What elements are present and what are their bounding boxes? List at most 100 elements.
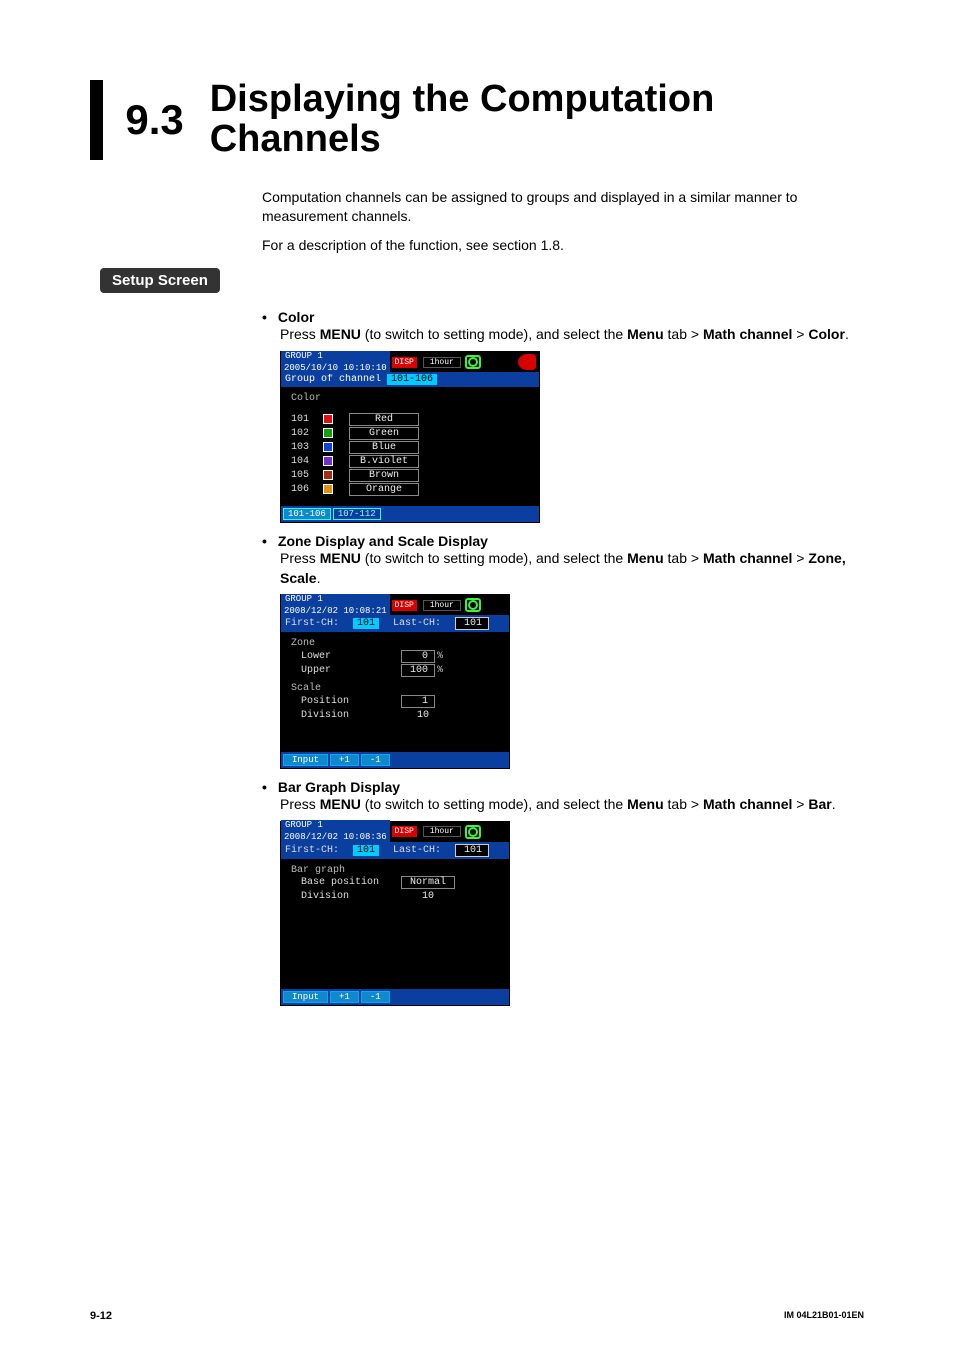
upper-value[interactable]: 100 xyxy=(401,664,435,677)
title-number: 9.3 xyxy=(125,99,183,141)
shot-group-label: GROUP 1 xyxy=(281,351,390,362)
color-heading: Color xyxy=(291,393,533,404)
lower-value[interactable]: 0 xyxy=(401,650,435,663)
color-row: 105Brown xyxy=(291,468,533,482)
division-value[interactable]: 10 xyxy=(401,891,455,902)
minus1-button[interactable]: -1 xyxy=(361,991,390,1003)
first-ch-value[interactable]: 101 xyxy=(353,845,379,856)
input-button[interactable]: Input xyxy=(283,754,328,766)
plus1-button[interactable]: +1 xyxy=(330,991,359,1003)
scale-heading: Scale xyxy=(291,683,503,694)
page-footer: 9-12 IM 04L21B01-01EN xyxy=(90,1310,864,1322)
swatch-icon xyxy=(323,414,333,424)
page-number: 9-12 xyxy=(90,1310,112,1322)
color-row: 103Blue xyxy=(291,440,533,454)
camera-icon xyxy=(465,598,481,612)
percent-unit: % xyxy=(437,665,443,676)
lower-label: Lower xyxy=(291,651,401,662)
shot-subbar: First-CH: 101 Last-CH: 101 xyxy=(281,842,509,859)
color-row: 101Red xyxy=(291,412,533,426)
last-ch-value[interactable]: 101 xyxy=(455,617,489,630)
upper-label: Upper xyxy=(291,665,401,676)
group-of-channel-label: Group of channel xyxy=(285,374,381,385)
setup-screen-pill: Setup Screen xyxy=(100,268,220,293)
minus1-button[interactable]: -1 xyxy=(361,754,390,766)
bargraph-heading: Bar graph xyxy=(291,865,503,876)
item-zone-text: Press MENU (to switch to setting mode), … xyxy=(280,549,864,588)
shot-group-label: GROUP 1 xyxy=(281,594,390,605)
hour-badge: 1hour xyxy=(423,826,461,837)
screenshot-color: GROUP 1 2005/10/10 10:10:10 DISP 1hour G… xyxy=(280,351,540,523)
item-color: • Color Press MENU (to switch to setting… xyxy=(262,309,864,523)
base-position-value[interactable]: Normal xyxy=(401,876,455,889)
screenshot-zone-scale: GROUP 1 2008/12/02 10:08:21 DISP 1hour F… xyxy=(280,594,510,769)
camera-icon xyxy=(465,825,481,839)
color-row: 104B.violet xyxy=(291,454,533,468)
last-ch-label: Last-CH: xyxy=(393,845,441,856)
item-bar-heading: Bar Graph Display xyxy=(278,779,400,795)
last-ch-label: Last-CH: xyxy=(393,618,441,629)
color-value[interactable]: Blue xyxy=(349,441,419,454)
bullet-icon: • xyxy=(262,309,274,325)
color-value[interactable]: Orange xyxy=(349,483,419,496)
first-ch-value[interactable]: 101 xyxy=(353,618,379,629)
color-value[interactable]: Brown xyxy=(349,469,419,482)
swatch-icon xyxy=(323,456,333,466)
shot-group-label: GROUP 1 xyxy=(281,820,390,831)
shot-footer-buttons: Input +1 -1 xyxy=(281,989,509,1005)
item-color-text: Press MENU (to switch to setting mode), … xyxy=(280,325,864,345)
color-value[interactable]: Red xyxy=(349,413,419,426)
disp-badge: DISP xyxy=(392,600,417,611)
swatch-icon xyxy=(323,484,333,494)
doc-id: IM 04L21B01-01EN xyxy=(784,1310,864,1322)
shot-datetime: 2008/12/02 10:08:21 xyxy=(281,605,390,617)
plus1-button[interactable]: +1 xyxy=(330,754,359,766)
bullet-icon: • xyxy=(262,533,274,549)
division-label: Division xyxy=(291,891,401,902)
intro-paragraph-2: For a description of the function, see s… xyxy=(262,236,864,255)
zone-heading: Zone xyxy=(291,638,503,649)
color-row: 106Orange xyxy=(291,482,533,496)
item-zone-scale: • Zone Display and Scale Display Press M… xyxy=(262,533,864,769)
swatch-icon xyxy=(323,442,333,452)
shot-datetime: 2005/10/10 10:10:10 xyxy=(281,362,390,374)
swatch-icon xyxy=(323,428,333,438)
disp-badge: DISP xyxy=(392,826,417,837)
camera-icon xyxy=(465,355,481,369)
base-position-label: Base position xyxy=(291,877,401,888)
first-ch-label: First-CH: xyxy=(285,845,339,856)
input-button[interactable]: Input xyxy=(283,991,328,1003)
percent-unit: % xyxy=(437,651,443,662)
shot-footer-buttons: Input +1 -1 xyxy=(281,752,509,768)
position-value[interactable]: 1 xyxy=(401,695,435,708)
screenshot-bar-graph: GROUP 1 2008/12/02 10:08:36 DISP 1hour F… xyxy=(280,821,510,1006)
intro-paragraph-1: Computation channels can be assigned to … xyxy=(262,188,864,226)
tab-range[interactable]: 107-112 xyxy=(333,508,381,520)
shot-subbar: First-CH: 101 Last-CH: 101 xyxy=(281,615,509,632)
color-value[interactable]: Green xyxy=(349,427,419,440)
color-row: 102Green xyxy=(291,426,533,440)
item-bar-graph: • Bar Graph Display Press MENU (to switc… xyxy=(262,779,864,1006)
group-of-channel-value[interactable]: 101-106 xyxy=(387,374,437,385)
last-ch-value[interactable]: 101 xyxy=(455,844,489,857)
hour-badge: 1hour xyxy=(423,357,461,368)
shot-datetime: 2008/12/02 10:08:36 xyxy=(281,831,390,843)
title-text: Displaying the Computation Channels xyxy=(210,80,864,160)
position-label: Position xyxy=(291,696,401,707)
item-zone-heading: Zone Display and Scale Display xyxy=(278,533,488,549)
division-label: Division xyxy=(291,710,401,721)
section-title: 9.3 Displaying the Computation Channels xyxy=(90,80,864,160)
color-value[interactable]: B.violet xyxy=(349,455,419,468)
shot-subbar: Group of channel 101-106 xyxy=(281,372,539,387)
disp-badge: DISP xyxy=(392,357,417,368)
tab-range[interactable]: 101-106 xyxy=(283,508,331,520)
hour-badge: 1hour xyxy=(423,600,461,611)
swatch-icon xyxy=(323,470,333,480)
first-ch-label: First-CH: xyxy=(285,618,339,629)
bullet-icon: • xyxy=(262,779,274,795)
division-value[interactable]: 10 xyxy=(401,710,435,721)
item-color-heading: Color xyxy=(278,309,315,325)
speaker-icon xyxy=(518,354,536,370)
title-accent-bar xyxy=(90,80,103,160)
item-bar-text: Press MENU (to switch to setting mode), … xyxy=(280,795,864,815)
